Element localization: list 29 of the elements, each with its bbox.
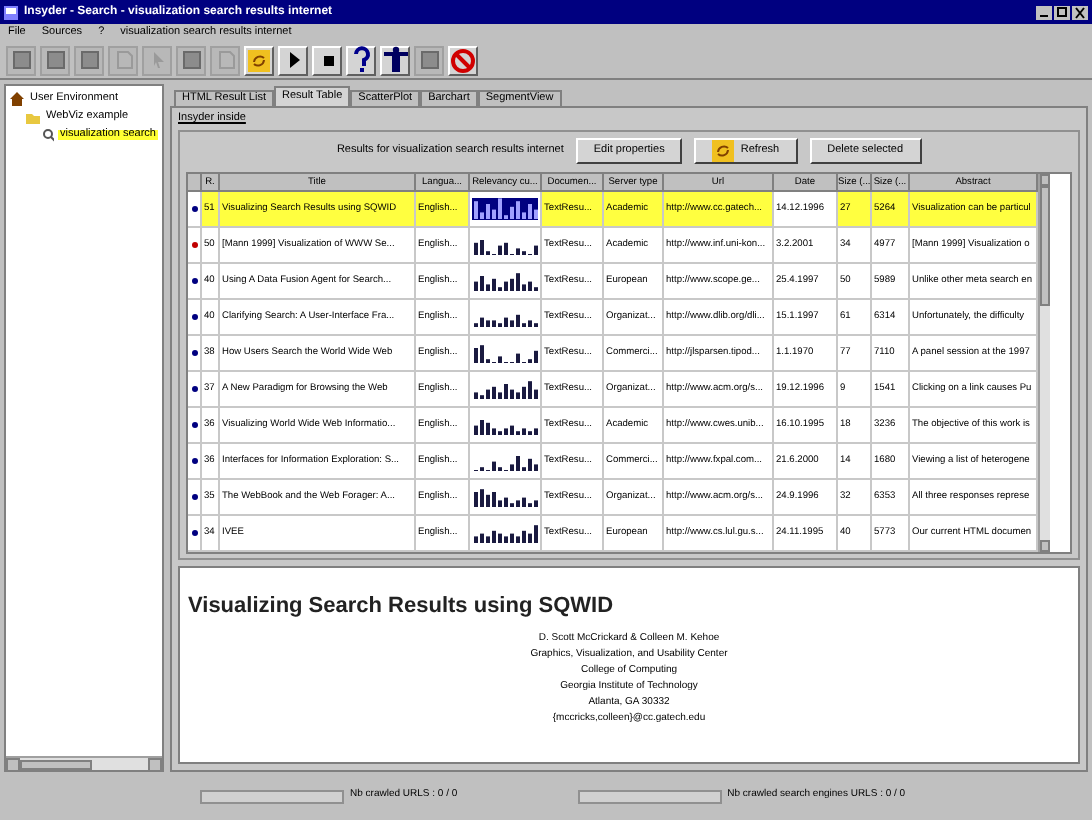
relevancy-sparkline <box>472 341 538 363</box>
toolbar-button[interactable] <box>448 45 478 75</box>
relevancy-sparkline <box>472 485 538 507</box>
relevancy-sparkline <box>472 377 538 399</box>
square-icon <box>79 50 99 70</box>
minimize-icon[interactable] <box>1036 5 1052 19</box>
folder-icon <box>26 111 40 123</box>
vertical-scrollbar[interactable] <box>1038 173 1050 551</box>
relevancy-sparkline <box>472 197 538 219</box>
help-icon <box>351 46 371 74</box>
maximize-icon[interactable] <box>1054 5 1070 19</box>
square-icon <box>45 50 65 70</box>
relevancy-sparkline <box>472 521 538 543</box>
app-icon <box>4 5 18 19</box>
close-icon[interactable] <box>1072 5 1088 19</box>
figure-icon <box>382 46 408 74</box>
magnifier-icon <box>42 128 54 142</box>
square-icon <box>419 50 439 70</box>
preview-heading: Visualizing Search Results using SQWID <box>188 595 616 617</box>
relevancy-sparkline <box>472 269 538 291</box>
document-icon <box>215 50 235 70</box>
square-icon <box>181 50 201 70</box>
document-icon <box>113 50 133 70</box>
house-icon <box>10 92 24 106</box>
cancel-icon <box>450 47 476 73</box>
refresh-icon <box>248 49 270 71</box>
refresh-icon <box>712 140 735 162</box>
horizontal-scrollbar[interactable] <box>6 756 162 770</box>
square-icon <box>11 50 31 70</box>
